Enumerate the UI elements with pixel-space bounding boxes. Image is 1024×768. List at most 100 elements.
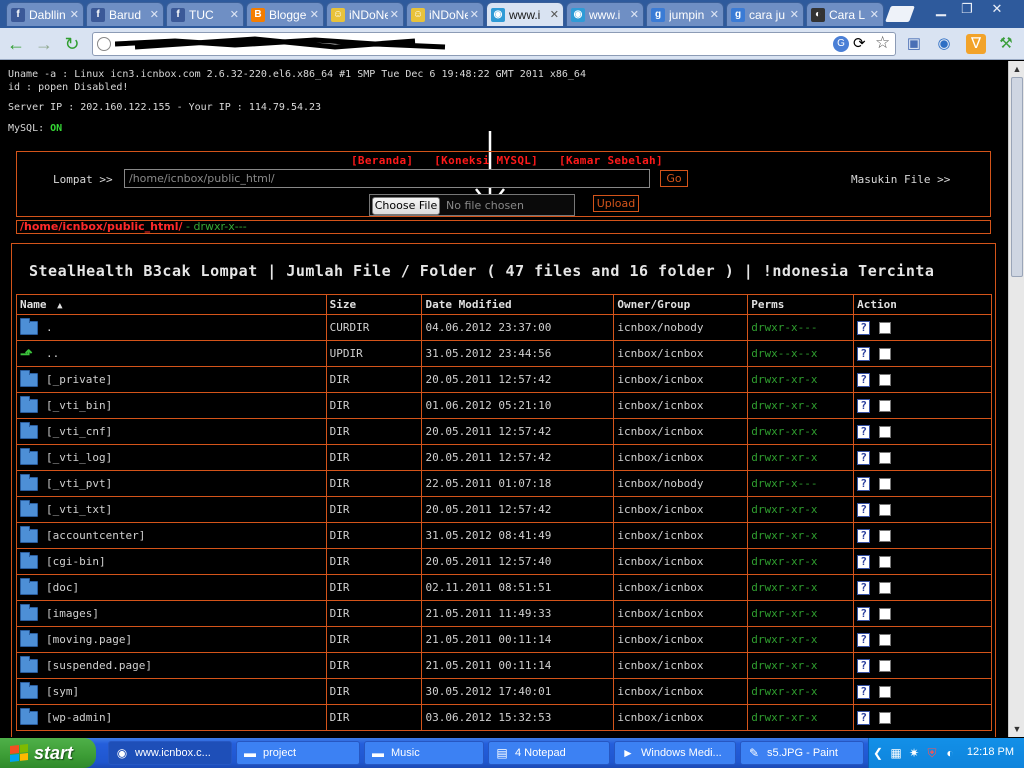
file-name-link[interactable]: ..	[46, 347, 59, 360]
file-name-link[interactable]: [cgi-bin]	[46, 555, 106, 568]
select-checkbox[interactable]	[879, 685, 892, 698]
select-checkbox[interactable]	[879, 555, 892, 568]
tray-shield-icon[interactable]: ⛨	[925, 746, 939, 760]
back-button[interactable]: ←	[6, 34, 26, 54]
select-checkbox[interactable]	[879, 451, 892, 464]
file-name-link[interactable]: [images]	[46, 607, 99, 620]
taskbar-task[interactable]: ✎ s5.JPG - Paint	[740, 741, 864, 765]
go-button[interactable]: Go	[660, 170, 688, 187]
select-checkbox[interactable]	[879, 607, 892, 620]
reload-button[interactable]: ↻	[62, 34, 82, 54]
extension-icon-3[interactable]: ∇	[966, 34, 986, 54]
help-icon[interactable]: ?	[857, 424, 871, 439]
start-button[interactable]: start	[0, 738, 96, 768]
close-tab-icon[interactable]: ✕	[870, 8, 879, 21]
close-tab-icon[interactable]: ✕	[790, 8, 799, 21]
file-name-link[interactable]: .	[46, 321, 53, 334]
taskbar-task[interactable]: ◉ www.icnbox.c...	[108, 741, 232, 765]
page-scrollbar[interactable]: ▲ ▼	[1008, 61, 1024, 737]
file-name-link[interactable]: [_vti_pvt]	[46, 477, 112, 490]
column-header-name[interactable]: Name ▲	[16, 294, 327, 315]
close-tab-icon[interactable]: ✕	[550, 8, 559, 21]
tray-arrow-icon[interactable]: ❮	[871, 746, 885, 760]
file-name-link[interactable]: [wp-admin]	[46, 711, 112, 724]
file-name-link[interactable]: [moving.page]	[46, 633, 132, 646]
taskbar-clock[interactable]: 12:18 PM	[967, 746, 1014, 758]
select-checkbox[interactable]	[879, 633, 892, 646]
help-icon[interactable]: ?	[857, 346, 871, 361]
close-tab-icon[interactable]: ✕	[150, 8, 159, 21]
browser-tab[interactable]: B Blogge ✕	[246, 2, 324, 26]
file-name-link[interactable]: [_vti_log]	[46, 451, 112, 464]
help-icon[interactable]: ?	[857, 554, 871, 569]
tray-network-icon[interactable]: ▦	[889, 746, 903, 760]
select-checkbox[interactable]	[879, 477, 892, 490]
help-icon[interactable]: ?	[857, 658, 871, 673]
close-tab-icon[interactable]: ✕	[310, 8, 319, 21]
browser-tab[interactable]: g jumpin ✕	[646, 2, 724, 26]
help-icon[interactable]: ?	[857, 606, 871, 621]
scrollbar-thumb[interactable]	[1011, 77, 1023, 277]
help-icon[interactable]: ?	[857, 372, 871, 387]
file-name-link[interactable]: [_vti_txt]	[46, 503, 112, 516]
browser-tab[interactable]: ☺ iNDoNe ✕	[406, 2, 484, 26]
browser-tab[interactable]: ◉ www.i ✕	[566, 2, 644, 26]
select-checkbox[interactable]	[879, 373, 892, 386]
bookmark-star-icon[interactable]: ☆	[875, 33, 890, 53]
help-icon[interactable]: ?	[857, 580, 871, 595]
scroll-down-arrow[interactable]: ▼	[1009, 721, 1024, 737]
taskbar-task[interactable]: ► Windows Medi...	[614, 741, 736, 765]
select-checkbox[interactable]	[879, 399, 892, 412]
browser-tab[interactable]: f Barud ✕	[86, 2, 164, 26]
select-checkbox[interactable]	[879, 711, 892, 724]
tray-app-icon-2[interactable]: ◐	[943, 746, 957, 760]
column-header-perms[interactable]: Perms	[747, 294, 855, 315]
forward-button[interactable]: →	[34, 34, 54, 54]
extension-icon-1[interactable]: ▣	[904, 34, 924, 54]
refresh-icon[interactable]: ⟳	[853, 34, 866, 52]
help-icon[interactable]: ?	[857, 450, 871, 465]
file-name-link[interactable]: [doc]	[46, 581, 79, 594]
help-icon[interactable]: ?	[857, 398, 871, 413]
select-checkbox[interactable]	[879, 529, 892, 542]
close-tab-icon[interactable]: ✕	[390, 8, 399, 21]
browser-tab[interactable]: ☺ iNDoNe ✕	[326, 2, 404, 26]
browser-tab[interactable]: ◐ Cara L ✕	[806, 2, 884, 26]
help-icon[interactable]: ?	[857, 684, 871, 699]
maximize-button[interactable]: ❐	[954, 0, 980, 18]
taskbar-task[interactable]: ▬ project	[236, 741, 360, 765]
file-name-link[interactable]: [suspended.page]	[46, 659, 152, 672]
file-name-link[interactable]: [accountcenter]	[46, 529, 145, 542]
file-name-link[interactable]: [_private]	[46, 373, 112, 386]
address-bar[interactable]: G ⟳ ☆	[92, 32, 896, 56]
close-tab-icon[interactable]: ✕	[470, 8, 479, 21]
column-header-size[interactable]: Size	[325, 294, 423, 315]
path-input[interactable]: /home/icnbox/public_html/	[124, 169, 650, 188]
browser-tab[interactable]: f TUC ✕	[166, 2, 244, 26]
wrench-menu-icon[interactable]: ⚒	[996, 34, 1016, 54]
column-header-owner[interactable]: Owner/Group	[613, 294, 749, 315]
select-checkbox[interactable]	[879, 581, 892, 594]
select-checkbox[interactable]	[879, 347, 892, 360]
choose-file-button[interactable]: Choose File	[372, 197, 440, 215]
close-window-button[interactable]: ✕	[984, 0, 1010, 18]
tray-app-icon-1[interactable]: ✷	[907, 746, 921, 760]
help-icon[interactable]: ?	[857, 528, 871, 543]
current-path[interactable]: /home/icnbox/public_html/	[20, 220, 183, 233]
select-checkbox[interactable]	[879, 503, 892, 516]
browser-tab[interactable]: g cara ju ✕	[726, 2, 804, 26]
minimize-button[interactable]: ▁	[928, 0, 954, 18]
help-icon[interactable]: ?	[857, 632, 871, 647]
column-header-date[interactable]: Date Modified	[421, 294, 615, 315]
help-icon[interactable]: ?	[857, 710, 871, 725]
select-checkbox[interactable]	[879, 659, 892, 672]
close-tab-icon[interactable]: ✕	[70, 8, 79, 21]
file-input[interactable]: Choose File No file chosen	[369, 194, 575, 216]
nav-link-kamar-sebelah[interactable]: [Kamar Sebelah]	[559, 154, 663, 167]
select-checkbox[interactable]	[879, 321, 892, 334]
taskbar-task[interactable]: ▬ Music	[364, 741, 484, 765]
upload-button[interactable]: Upload	[593, 195, 639, 212]
file-name-link[interactable]: [_vti_bin]	[46, 399, 112, 412]
help-icon[interactable]: ?	[857, 320, 871, 335]
close-tab-icon[interactable]: ✕	[710, 8, 719, 21]
